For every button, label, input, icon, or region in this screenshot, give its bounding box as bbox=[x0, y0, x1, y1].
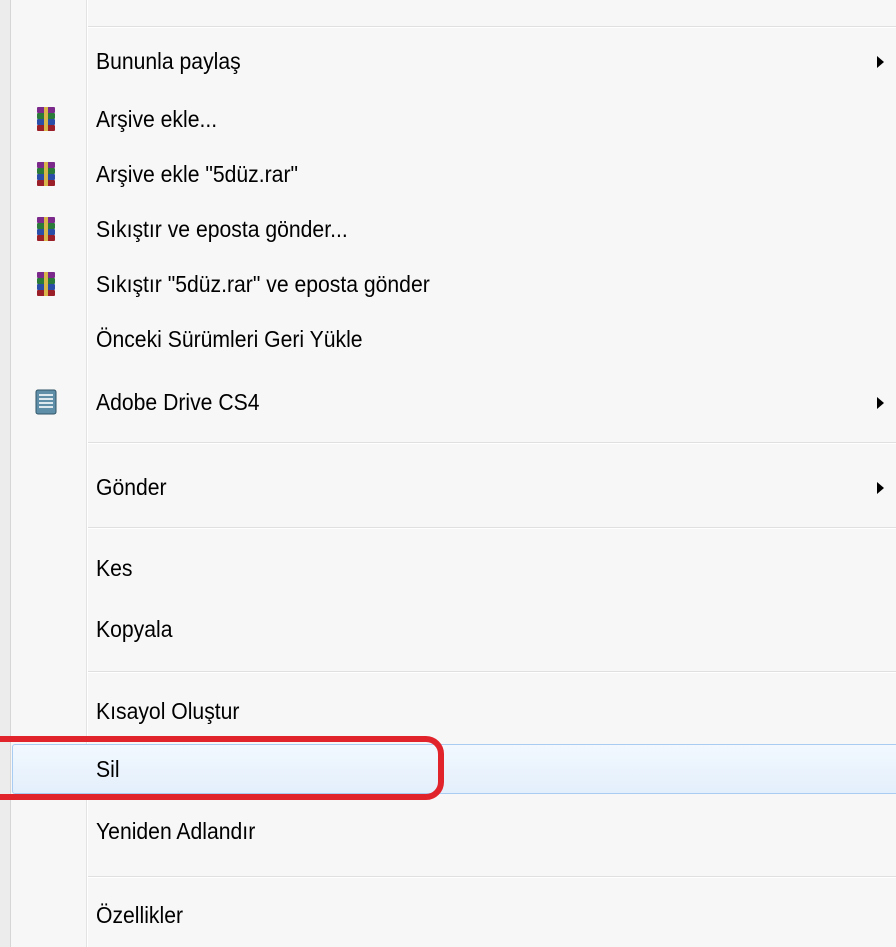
menu-item-label: Arşive ekle... bbox=[96, 106, 218, 132]
menu-item-properties[interactable]: Özellikler bbox=[12, 890, 896, 940]
window-edge bbox=[0, 0, 11, 947]
menu-item-label: Gönder bbox=[96, 474, 167, 500]
menu-item-cut[interactable]: Kes bbox=[12, 543, 896, 593]
menu-item-label: Arşive ekle "5düz.rar" bbox=[96, 161, 299, 187]
menu-item-copy[interactable]: Kopyala bbox=[12, 604, 896, 654]
menu-item-add-to-archive[interactable]: Arşive ekle... bbox=[12, 94, 896, 144]
menu-separator bbox=[88, 527, 896, 529]
menu-item-compress-named-and-email[interactable]: Sıkıştır "5düz.rar" ve eposta gönder bbox=[12, 259, 896, 309]
submenu-arrow-icon bbox=[877, 397, 884, 409]
menu-item-add-to-named-archive[interactable]: Arşive ekle "5düz.rar" bbox=[12, 149, 896, 199]
winrar-icon bbox=[37, 107, 55, 131]
menu-item-rename[interactable]: Yeniden Adlandır bbox=[12, 806, 896, 856]
menu-separator bbox=[88, 26, 896, 28]
submenu-arrow-icon bbox=[877, 482, 884, 494]
menu-item-share-with[interactable]: Bununla paylaş bbox=[12, 36, 896, 86]
menu-item-label: Bununla paylaş bbox=[96, 48, 241, 74]
menu-item-label: Önceki Sürümleri Geri Yükle bbox=[96, 326, 363, 352]
menu-item-delete[interactable]: Sil bbox=[12, 744, 896, 794]
menu-item-label: Sıkıştır "5düz.rar" ve eposta gönder bbox=[96, 271, 430, 297]
menu-separator bbox=[88, 876, 896, 878]
menu-item-label: Sil bbox=[96, 756, 120, 782]
adobe-drive-icon bbox=[35, 389, 57, 415]
menu-item-send-to[interactable]: Gönder bbox=[12, 462, 896, 512]
menu-item-label: Yeniden Adlandır bbox=[96, 818, 256, 844]
menu-item-label: Sıkıştır ve eposta gönder... bbox=[96, 216, 348, 242]
winrar-icon bbox=[37, 162, 55, 186]
winrar-icon bbox=[37, 217, 55, 241]
winrar-icon bbox=[37, 272, 55, 296]
submenu-arrow-icon bbox=[877, 56, 884, 68]
menu-item-label: Kes bbox=[96, 555, 133, 581]
menu-separator bbox=[88, 671, 896, 673]
menu-item-adobe-drive[interactable]: Adobe Drive CS4 bbox=[12, 377, 896, 427]
menu-item-create-shortcut[interactable]: Kısayol Oluştur bbox=[12, 686, 896, 736]
menu-separator bbox=[88, 442, 896, 444]
menu-item-label: Kopyala bbox=[96, 616, 173, 642]
context-menu: Bununla paylaş Arşive ekle... Arşive ekl… bbox=[0, 0, 896, 947]
menu-item-compress-and-email[interactable]: Sıkıştır ve eposta gönder... bbox=[12, 204, 896, 254]
menu-item-label: Adobe Drive CS4 bbox=[96, 389, 260, 415]
menu-item-label: Özellikler bbox=[96, 902, 184, 928]
menu-item-restore-previous-versions[interactable]: Önceki Sürümleri Geri Yükle bbox=[12, 314, 896, 364]
menu-item-label: Kısayol Oluştur bbox=[96, 698, 240, 724]
